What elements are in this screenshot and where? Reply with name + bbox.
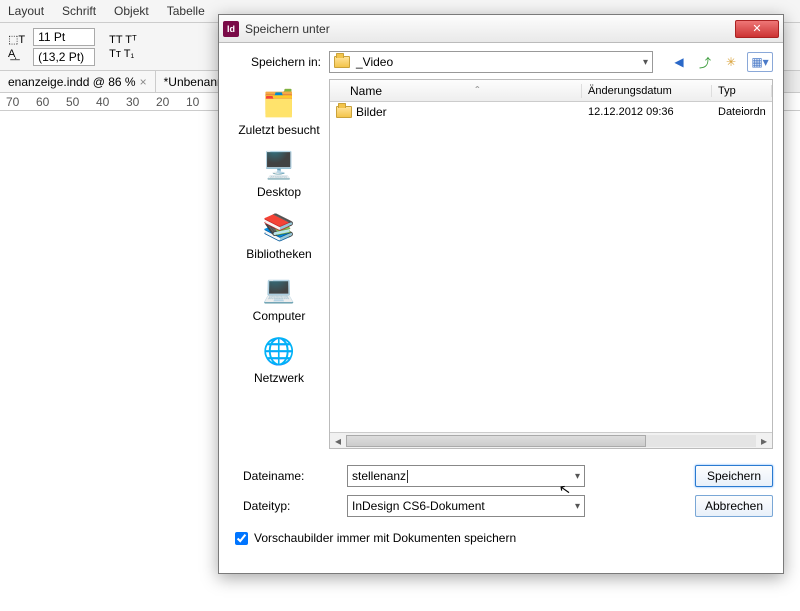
filetype-label: Dateityp:	[229, 499, 339, 513]
computer-icon: 💻	[261, 271, 297, 307]
column-headers[interactable]: Nameˆ Änderungsdatum Typ	[330, 80, 772, 102]
scroll-right-icon[interactable]: ▸	[756, 434, 772, 448]
recent-icon: 🗂️	[261, 85, 297, 121]
cancel-button[interactable]: Abbrechen	[695, 495, 773, 517]
menu-objekt[interactable]: Objekt	[114, 4, 149, 18]
close-icon[interactable]: ×	[140, 75, 147, 89]
caps-buttons[interactable]: TT Tᵀ	[109, 34, 137, 46]
horizontal-scrollbar[interactable]: ◂ ▸	[330, 432, 772, 448]
sidebar-item-computer[interactable]: 💻Computer	[253, 271, 306, 323]
tab-stellenanzeige[interactable]: enanzeige.indd @ 86 %×	[0, 71, 156, 92]
sidebar-item-network[interactable]: 🌐Netzwerk	[254, 333, 304, 385]
filename-input[interactable]: stellenanz▾	[347, 465, 585, 487]
menu-layout[interactable]: Layout	[8, 4, 44, 18]
sidebar-item-recent[interactable]: 🗂️Zuletzt besucht	[238, 85, 319, 137]
libraries-icon: 📚	[261, 209, 297, 245]
save-button[interactable]: Speichern	[695, 465, 773, 487]
leading-field[interactable]: (13,2 Pt)	[33, 48, 95, 66]
font-size-field[interactable]: 11 Pt	[33, 28, 95, 46]
filename-label: Dateiname:	[229, 469, 339, 483]
scroll-thumb[interactable]	[346, 435, 646, 447]
smallcaps-buttons[interactable]: Tᴛ T₁	[109, 48, 137, 60]
thumbnails-checkbox[interactable]	[235, 532, 248, 545]
nav-back-icon[interactable]: ◀	[669, 52, 689, 72]
col-name[interactable]: Nameˆ	[330, 84, 582, 98]
save-in-label: Speichern in:	[229, 55, 321, 69]
sidebar-item-desktop[interactable]: 🖥️Desktop	[257, 147, 301, 199]
folder-icon	[334, 56, 350, 68]
close-button[interactable]: ✕	[735, 20, 779, 38]
col-date[interactable]: Änderungsdatum	[582, 85, 712, 97]
col-type[interactable]: Typ	[712, 85, 772, 97]
leading-icon: A͟ͅ	[8, 48, 25, 60]
nav-newfolder-icon[interactable]: ✳	[721, 52, 741, 72]
indesign-app-icon: Id	[223, 21, 239, 37]
save-as-dialog: Id Speichern unter ✕ Speichern in: _Vide…	[218, 14, 784, 574]
scroll-left-icon[interactable]: ◂	[330, 434, 346, 448]
filetype-combo[interactable]: InDesign CS6-Dokument▾	[347, 495, 585, 517]
nav-view-icon[interactable]: ▦▾	[747, 52, 773, 72]
sidebar-item-libraries[interactable]: 📚Bibliotheken	[246, 209, 311, 261]
file-list: Nameˆ Änderungsdatum Typ Bilder 12.12.20…	[329, 79, 773, 449]
save-in-combo[interactable]: _Video ▾	[329, 51, 653, 73]
desktop-icon: 🖥️	[261, 147, 297, 183]
menu-schrift[interactable]: Schrift	[62, 4, 96, 18]
chevron-down-icon: ▾	[643, 57, 648, 68]
nav-up-icon[interactable]: ⤴	[695, 52, 715, 72]
thumbnails-label: Vorschaubilder immer mit Dokumenten spei…	[254, 531, 516, 545]
menu-tabelle[interactable]: Tabelle	[167, 4, 205, 18]
network-icon: 🌐	[261, 333, 297, 369]
chevron-down-icon: ▾	[575, 471, 580, 482]
dialog-title: Speichern unter	[245, 22, 735, 36]
folder-icon	[336, 106, 352, 118]
dialog-titlebar[interactable]: Id Speichern unter ✕	[219, 15, 783, 43]
table-row[interactable]: Bilder 12.12.2012 09:36 Dateiordn	[330, 102, 772, 122]
chevron-down-icon: ▾	[575, 501, 580, 512]
places-sidebar: 🗂️Zuletzt besucht 🖥️Desktop 📚Bibliotheke…	[229, 79, 329, 449]
font-size-icon: ⬚T	[8, 33, 25, 46]
